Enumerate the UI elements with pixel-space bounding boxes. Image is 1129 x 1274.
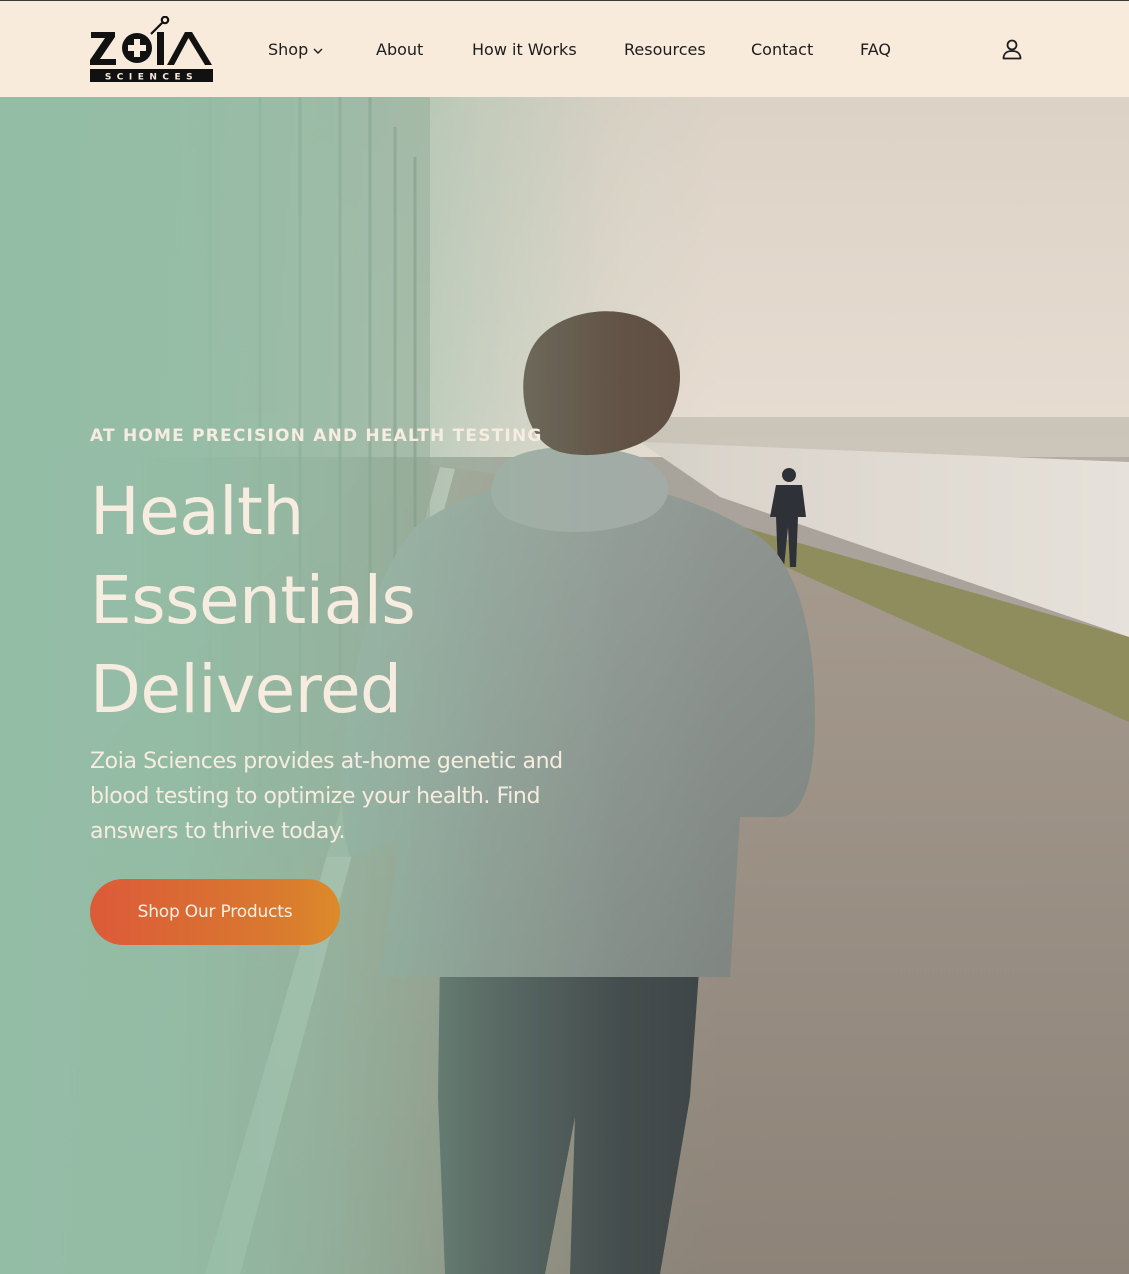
hero-eyebrow: AT HOME PRECISION AND HEALTH TESTING bbox=[90, 426, 543, 446]
logo[interactable]: SCIENCES bbox=[89, 16, 214, 84]
nav-item-about[interactable]: About bbox=[376, 39, 423, 61]
user-icon[interactable] bbox=[1000, 37, 1024, 61]
hero-headline: Health Essentials Delivered bbox=[90, 467, 610, 734]
nav-item-how-it-works[interactable]: How it Works bbox=[472, 39, 577, 61]
hero-description: Zoia Sciences provides at-home genetic a… bbox=[90, 749, 563, 844]
zoia-logo-icon: SCIENCES bbox=[90, 16, 213, 83]
hero-section: AT HOME PRECISION AND HEALTH TESTING Hea… bbox=[0, 97, 1129, 1274]
chevron-down-icon bbox=[312, 46, 324, 56]
logo-subtitle: SCIENCES bbox=[105, 73, 198, 83]
nav-item-shop[interactable]: Shop bbox=[268, 39, 324, 61]
hero-headline-line-2: Essentials bbox=[90, 562, 416, 639]
site-header: SCIENCES Shop About How it Works Resourc… bbox=[0, 0, 1129, 97]
nav-item-faq[interactable]: FAQ bbox=[860, 39, 891, 61]
nav-item-resources[interactable]: Resources bbox=[624, 39, 706, 61]
hero-headline-line-1: Health bbox=[90, 473, 304, 550]
nav-item-contact[interactable]: Contact bbox=[751, 39, 813, 61]
hero-headline-line-3: Delivered bbox=[90, 651, 402, 728]
nav-item-shop-label: Shop bbox=[268, 40, 309, 59]
shop-our-products-button[interactable]: Shop Our Products bbox=[90, 879, 340, 945]
